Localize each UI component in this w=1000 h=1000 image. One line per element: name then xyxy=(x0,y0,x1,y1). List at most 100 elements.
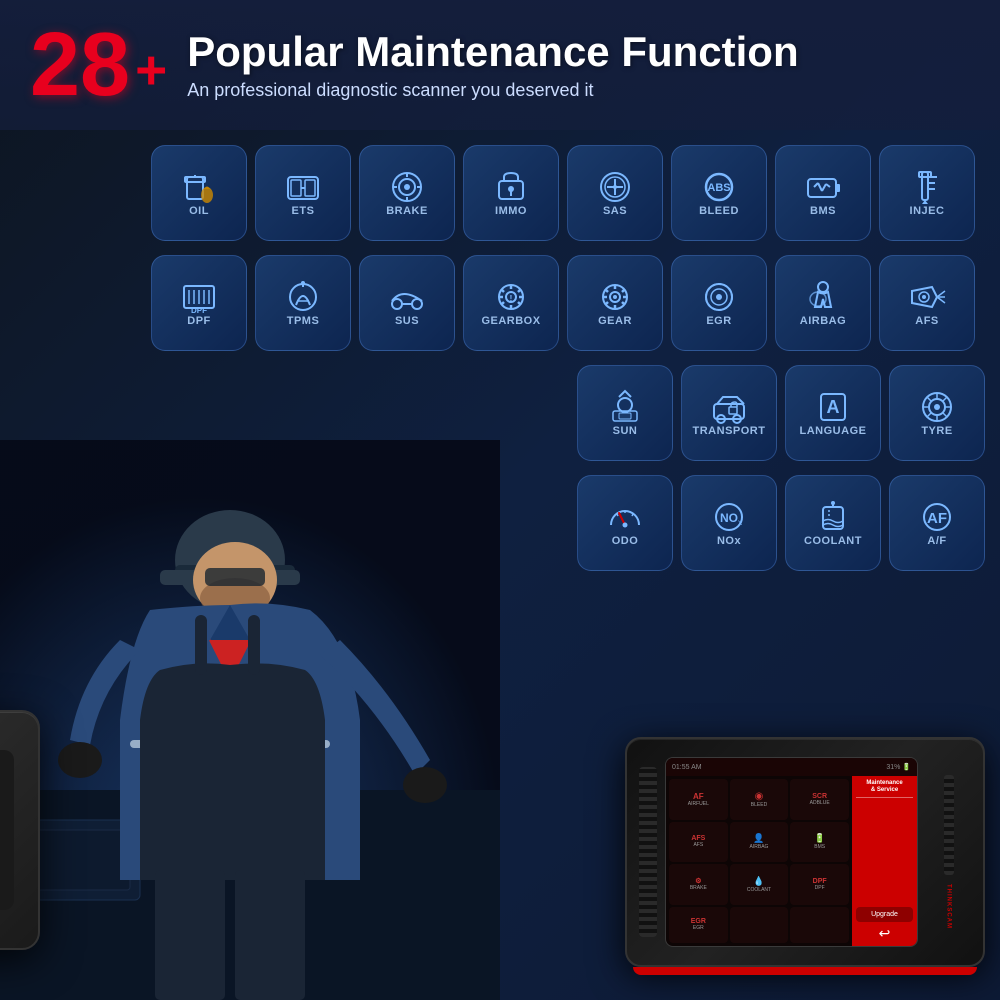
af-label: A/F xyxy=(927,535,946,547)
functions-row1: OIL ETS BRAKE xyxy=(10,145,990,241)
status-bar: 01:55 AM 31% 🔋 xyxy=(666,758,917,776)
func-item-gearbox[interactable]: ! GEARBOX xyxy=(463,255,559,351)
sus-icon xyxy=(387,279,427,315)
coolant-icon xyxy=(813,499,853,535)
afs-icon xyxy=(907,279,947,315)
function-count: 28 xyxy=(30,20,130,110)
func-item-af[interactable]: AF A/F xyxy=(889,475,985,571)
app-bms-screen[interactable]: 🔋 BMS xyxy=(790,822,849,863)
brand-logo: THINKSCAM xyxy=(946,884,952,929)
func-item-language[interactable]: A LANGUAGE xyxy=(785,365,881,461)
func-item-nox[interactable]: NO x NOx xyxy=(681,475,777,571)
scanner-right-panel: THINKSCAM xyxy=(0,750,14,910)
immo-label: IMMO xyxy=(495,205,527,217)
left-vents xyxy=(639,767,657,937)
func-item-egr[interactable]: EGR xyxy=(671,255,767,351)
func-item-bleed[interactable]: ABS BLEED xyxy=(671,145,767,241)
func-item-ets[interactable]: ETS xyxy=(255,145,351,241)
transport-label: TRANSPORT xyxy=(693,425,766,437)
dpf-icon: DPF xyxy=(179,279,219,315)
tyre-icon xyxy=(917,389,957,425)
func-item-injec[interactable]: INJEC xyxy=(879,145,975,241)
sas-icon xyxy=(595,169,635,205)
screen-sidebar-panel: Maintenance& Service Upgrade ↩ xyxy=(852,776,917,946)
func-item-brake[interactable]: BRAKE xyxy=(359,145,455,241)
func-item-sun[interactable]: SUN xyxy=(577,365,673,461)
svg-text:DPF: DPF xyxy=(191,306,207,315)
app-adblue[interactable]: SCR ADBLUE xyxy=(790,779,849,820)
svg-text:ABS: ABS xyxy=(707,182,730,194)
mechanic-illustration xyxy=(0,440,500,1000)
func-item-immo[interactable]: IMMO xyxy=(463,145,559,241)
gear-icon xyxy=(595,279,635,315)
app-dpf-screen[interactable]: DPF DPF xyxy=(790,864,849,905)
func-item-transport[interactable]: TRANSPORT xyxy=(681,365,777,461)
oil-icon xyxy=(179,169,219,205)
nox-label: NOx xyxy=(717,535,741,547)
app-empty-1 xyxy=(730,907,789,944)
language-icon: A xyxy=(813,389,853,425)
scanner-bottom-accent xyxy=(633,967,977,975)
af-icon: AF xyxy=(917,499,957,535)
header-text: Popular Maintenance Function An professi… xyxy=(187,29,798,100)
func-item-afs[interactable]: AFS xyxy=(879,255,975,351)
sun-icon xyxy=(605,389,645,425)
egr-label: EGR xyxy=(706,315,731,327)
func-item-airbag[interactable]: AIRBAG xyxy=(775,255,871,351)
injec-icon xyxy=(907,169,947,205)
screen-battery-display: 31% 🔋 xyxy=(886,763,911,771)
back-button-screen[interactable]: ↩ xyxy=(856,925,913,942)
svg-text:x: x xyxy=(738,518,742,527)
device-screen: 01:55 AM 31% 🔋 AF AIRFUEL ◉ BLEED xyxy=(665,757,918,947)
airbag-label: AIRBAG xyxy=(800,315,846,327)
screen-time-display: 01:55 AM xyxy=(672,764,702,771)
svg-text:A: A xyxy=(827,397,840,417)
func-item-tpms[interactable]: TPMS xyxy=(255,255,351,351)
immo-icon xyxy=(491,169,531,205)
func-item-tyre[interactable]: TYRE xyxy=(889,365,985,461)
app-afs-screen[interactable]: AFS AFS xyxy=(669,822,728,863)
transport-icon xyxy=(709,389,749,425)
airbag-icon xyxy=(803,279,843,315)
plus-sign: + xyxy=(135,38,167,102)
app-airfuel[interactable]: AF AIRFUEL xyxy=(669,779,728,820)
brake-icon xyxy=(387,169,427,205)
ets-label: ETS xyxy=(292,205,315,217)
upgrade-btn[interactable]: Upgrade xyxy=(856,907,913,922)
scanner-container: 01:55 AM 31% 🔋 AF AIRFUEL ◉ BLEED xyxy=(625,737,985,975)
func-item-coolant[interactable]: COOLANT xyxy=(785,475,881,571)
app-brake-screen[interactable]: ⚙ BRAKE xyxy=(669,864,728,905)
odo-label: ODO xyxy=(612,535,639,547)
coolant-label: COOLANT xyxy=(804,535,862,547)
app-egr-screen[interactable]: EGR EGR xyxy=(669,907,728,944)
gearbox-label: GEARBOX xyxy=(481,315,540,327)
func-item-dpf[interactable]: DPF DPF xyxy=(151,255,247,351)
oil-label: OIL xyxy=(189,205,209,217)
scanner-body: 01:55 AM 31% 🔋 AF AIRFUEL ◉ BLEED xyxy=(625,737,985,967)
svg-text:NO: NO xyxy=(720,511,738,525)
dpf-label: DPF xyxy=(187,315,211,327)
func-item-oil[interactable]: OIL xyxy=(151,145,247,241)
func-item-odo[interactable]: ODO xyxy=(577,475,673,571)
language-label: LANGUAGE xyxy=(800,425,867,437)
right-panel: THINKSCAM xyxy=(926,767,971,937)
screen-main-area: AF AIRFUEL ◉ BLEED SCR ADBLUE AFS xyxy=(666,776,917,946)
app-airbag-screen[interactable]: 👤 AIRBAG xyxy=(730,822,789,863)
odo-icon xyxy=(605,499,645,535)
bms-label: BMS xyxy=(810,205,836,217)
nox-icon: NO x xyxy=(709,499,749,535)
app-coolant-screen[interactable]: 💧 COOLANT xyxy=(730,864,789,905)
sas-label: SAS xyxy=(603,205,627,217)
afs-label: AFS xyxy=(915,315,939,327)
functions-row2: DPF DPF TPMS SUS xyxy=(10,255,990,351)
ets-icon xyxy=(283,169,323,205)
sus-label: SUS xyxy=(395,315,419,327)
bms-icon xyxy=(803,169,843,205)
func-item-bms[interactable]: BMS xyxy=(775,145,871,241)
app-bleed[interactable]: ◉ BLEED xyxy=(730,779,789,820)
func-item-sas[interactable]: SAS xyxy=(567,145,663,241)
tpms-label: TPMS xyxy=(287,315,320,327)
app-empty-2 xyxy=(790,907,849,944)
func-item-sus[interactable]: SUS xyxy=(359,255,455,351)
func-item-gear[interactable]: GEAR xyxy=(567,255,663,351)
